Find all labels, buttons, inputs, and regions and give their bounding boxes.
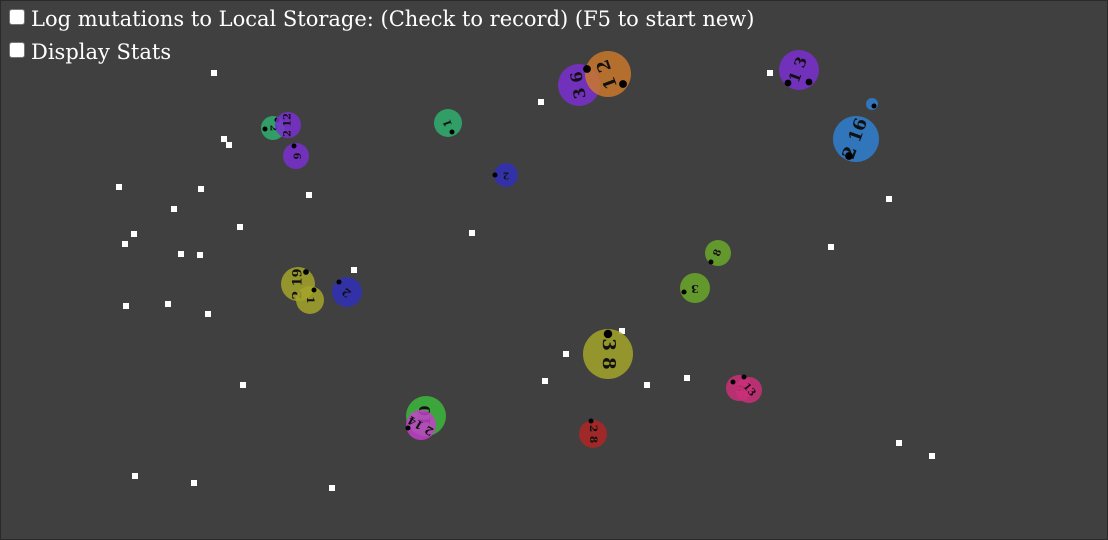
creature-eye	[805, 78, 813, 86]
creature-eye	[784, 79, 792, 87]
food-pellet	[165, 301, 171, 307]
creature-purple: 1 3	[779, 50, 819, 90]
creature-eye	[262, 126, 268, 132]
creature-eye	[845, 152, 853, 160]
food-pellet	[237, 224, 243, 230]
creature-navy: 2	[332, 277, 362, 307]
creature-olive: 1	[296, 286, 324, 314]
food-pellet	[211, 70, 217, 76]
creature-red: 2 8	[579, 418, 607, 448]
creature-eye	[336, 279, 342, 285]
creature-label: 3	[691, 282, 699, 296]
food-pellet	[205, 311, 211, 317]
creature-label: 1	[304, 296, 316, 303]
creature-blue: 2 16	[833, 116, 879, 162]
creature-eye	[730, 379, 736, 385]
creature-eye	[603, 329, 613, 339]
food-pellet	[132, 473, 138, 479]
food-pellet	[896, 440, 902, 446]
creature-eye	[492, 172, 498, 178]
display-stats-label: Display Stats	[31, 40, 172, 64]
creature-eye	[405, 425, 411, 431]
creature-eye	[741, 374, 747, 380]
food-pellet	[123, 303, 129, 309]
creature-eye	[588, 418, 594, 424]
creature-eye	[871, 103, 877, 109]
simulation-canvas: 3 61 21 32 16122 1262832 19123 8613102 1…	[0, 0, 1108, 540]
creature-navy: 2	[492, 163, 518, 187]
food-pellet	[469, 230, 475, 236]
food-pellet	[131, 231, 137, 237]
creature-purple: 2 12	[275, 112, 301, 138]
display-stats-control[interactable]: Display Stats	[9, 40, 171, 64]
creature-eye	[311, 287, 317, 293]
creature-lime: 3	[680, 273, 710, 303]
creature-eye	[619, 80, 627, 88]
creature-eye	[583, 65, 591, 73]
food-pellet	[886, 196, 892, 202]
food-pellet	[197, 252, 203, 258]
creature-eye	[681, 289, 687, 295]
food-pellet	[538, 99, 544, 105]
world-svg: 3 61 21 32 16122 1262832 19123 8613102 1…	[116, 50, 935, 491]
log-mutations-control[interactable]: Log mutations to Local Storage: (Check t…	[9, 7, 754, 31]
food-pellet	[116, 184, 122, 190]
food-pellet	[351, 267, 357, 273]
creature-eye	[303, 269, 309, 275]
creature-eye	[291, 143, 297, 149]
food-pellet	[306, 192, 312, 198]
creature-label: 2 12	[283, 113, 294, 137]
creature-eye	[449, 129, 455, 135]
creature-green: 1	[434, 109, 462, 137]
creature-eye	[708, 259, 714, 265]
food-pellet	[171, 206, 177, 212]
log-mutations-checkbox[interactable]	[9, 9, 25, 25]
creature-body	[866, 98, 878, 110]
creature-blue-small	[866, 98, 878, 110]
food-pellet	[563, 351, 569, 357]
food-pellet	[542, 378, 548, 384]
food-pellet	[684, 375, 690, 381]
food-pellet	[929, 453, 935, 459]
food-pellet	[828, 244, 834, 250]
log-mutations-label: Log mutations to Local Storage: (Check t…	[31, 7, 755, 31]
creature-label: 2 8	[587, 425, 599, 443]
food-pellet	[240, 382, 246, 388]
display-stats-checkbox[interactable]	[9, 42, 25, 58]
food-pellet	[191, 480, 197, 486]
food-pellet	[178, 251, 184, 257]
food-pellet	[329, 485, 335, 491]
food-pellet	[221, 136, 227, 142]
food-pellet	[767, 70, 773, 76]
food-pellet	[644, 382, 650, 388]
food-pellet	[122, 241, 128, 247]
creature-label: 6	[291, 153, 302, 160]
food-pellet	[226, 142, 232, 148]
creature-label: 3 8	[598, 338, 619, 369]
creature-label: 2	[503, 170, 509, 180]
creature-lime: 8	[705, 240, 731, 266]
creature-purple: 6	[283, 143, 309, 169]
food-pellet	[198, 186, 204, 192]
creature-olive-big: 3 8	[583, 329, 633, 379]
